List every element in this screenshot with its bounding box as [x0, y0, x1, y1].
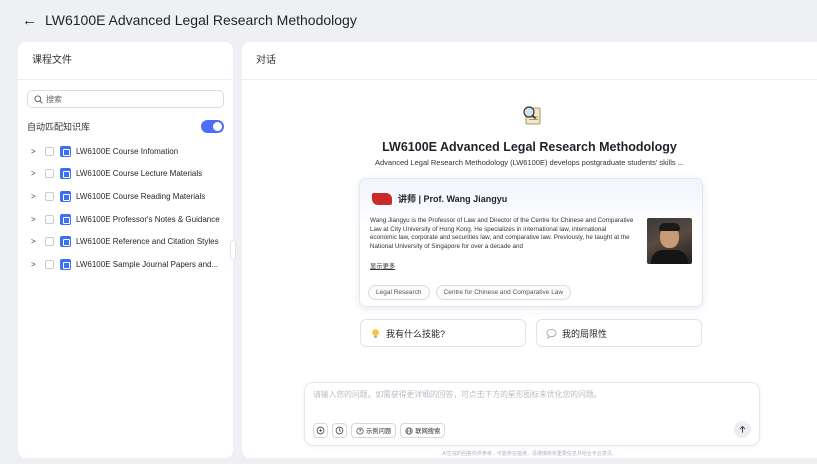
search-icon [34, 94, 43, 104]
back-arrow-icon[interactable]: ← [22, 12, 37, 29]
tool-label: 示例问题 [366, 428, 392, 435]
course-files-panel: 课程文件 自动匹配知识库 > LW6100E Course Infomation… [18, 42, 233, 458]
instructor-tags: Legal Research Centre for Chinese and Co… [368, 285, 572, 300]
auto-match-row: 自动匹配知识库 [27, 120, 224, 133]
chevron-right-icon[interactable]: > [31, 192, 41, 201]
composer-tools: 示例问题 联网搜索 [313, 423, 446, 438]
enhance-icon [316, 426, 325, 435]
file-checkbox[interactable] [45, 259, 54, 269]
tag[interactable]: Centre for Chinese and Comparative Law [435, 285, 572, 300]
chevron-right-icon[interactable]: > [31, 237, 41, 246]
send-button[interactable] [734, 421, 751, 438]
magnifier-document-icon [523, 106, 541, 125]
globe-icon [405, 426, 413, 435]
search-box[interactable] [27, 90, 224, 108]
sample-questions-button[interactable]: 示例问题 [351, 423, 397, 438]
file-label: LW6100E Course Reading Materials [76, 191, 206, 201]
top-bar: ← LW6100E Advanced Legal Research Method… [0, 0, 817, 40]
folder-icon [60, 236, 71, 248]
course-files-header: 课程文件 [18, 42, 233, 80]
instructor-name: 讲师 | Prof. Wang Jiangyu [398, 194, 508, 204]
history-icon [335, 426, 344, 435]
lightbulb-icon [372, 328, 379, 338]
web-search-button[interactable]: 联网搜索 [400, 423, 446, 438]
instructor-card: 讲师 | Prof. Wang Jiangyu Wang Jiangyu is … [359, 178, 703, 307]
folder-icon [60, 258, 71, 270]
course-description: Advanced Legal Research Methodology (LW6… [375, 158, 684, 167]
quick-action-label: 我有什么技能? [386, 328, 446, 339]
message-input[interactable] [313, 389, 753, 407]
panel-resize-handle[interactable] [230, 240, 236, 260]
file-tree-item[interactable]: > LW6100E Course Infomation [18, 140, 233, 163]
file-tree-item[interactable]: > LW6100E Professor's Notes & Guidance [18, 208, 233, 231]
file-label: LW6100E Professor's Notes & Guidance [76, 214, 220, 224]
toggle-knob [213, 122, 222, 131]
chevron-right-icon[interactable]: > [31, 260, 41, 269]
arrow-up-icon [739, 425, 746, 433]
quick-action-limitations-button[interactable]: 我的局限性 [536, 319, 702, 347]
show-more-link[interactable]: 显示更多 [370, 261, 395, 270]
folder-icon [60, 145, 71, 157]
university-logo-icon [372, 192, 392, 205]
file-checkbox[interactable] [45, 237, 54, 247]
quick-action-skills-button[interactable]: 我有什么技能? [360, 319, 526, 347]
file-tree: > LW6100E Course Infomation > LW6100E Co… [18, 140, 233, 276]
search-input[interactable] [46, 94, 196, 104]
file-checkbox[interactable] [45, 146, 54, 156]
history-button[interactable] [332, 423, 347, 438]
file-label: LW6100E Course Infomation [76, 146, 179, 156]
tool-label: 联网搜索 [415, 428, 441, 435]
photo-hair [659, 223, 680, 231]
file-tree-item[interactable]: > LW6100E Sample Journal Papers and... [18, 253, 233, 276]
instructor-header: 讲师 | Prof. Wang Jiangyu [372, 192, 507, 205]
enhance-button[interactable] [313, 423, 328, 438]
photo-suit [651, 250, 688, 264]
quick-action-label: 我的局限性 [562, 328, 608, 339]
file-tree-item[interactable]: > LW6100E Reference and Citation Styles [18, 230, 233, 253]
file-label: LW6100E Sample Journal Papers and... [76, 259, 219, 269]
page-title: LW6100E Advanced Legal Research Methodol… [45, 12, 357, 28]
chevron-right-icon[interactable]: > [31, 169, 41, 178]
message-composer: 示例问题 联网搜索 [304, 382, 760, 446]
question-icon [356, 426, 364, 435]
folder-icon [60, 190, 71, 202]
auto-match-toggle[interactable] [201, 120, 224, 133]
folder-icon [60, 168, 71, 180]
speech-bubble-icon [546, 328, 557, 339]
instructor-photo [647, 218, 692, 264]
auto-match-label: 自动匹配知识库 [27, 122, 91, 132]
file-checkbox[interactable] [45, 169, 54, 179]
chevron-right-icon[interactable]: > [31, 215, 41, 224]
file-checkbox[interactable] [45, 214, 54, 224]
file-tree-item[interactable]: > LW6100E Course Reading Materials [18, 185, 233, 208]
instructor-bio: Wang Jiangyu is the Professor of Law and… [370, 217, 634, 250]
course-title: LW6100E Advanced Legal Research Methodol… [382, 140, 677, 154]
file-tree-item[interactable]: > LW6100E Course Lecture Materials [18, 163, 233, 186]
file-checkbox[interactable] [45, 191, 54, 201]
folder-icon [60, 213, 71, 225]
tag[interactable]: Legal Research [368, 285, 430, 300]
quick-actions: 我有什么技能? 我的局限性 [360, 319, 702, 347]
file-label: LW6100E Reference and Citation Styles [76, 237, 219, 247]
disclaimer-text: AI生成的回答仅供参考，可能存在错误，请谨慎核实重要信息并结合专业意见。 [442, 451, 617, 457]
chevron-right-icon[interactable]: > [31, 147, 41, 156]
chat-header: 对话 [242, 42, 817, 80]
chat-panel: 对话 LW6100E Advanced Legal Research Metho… [242, 42, 817, 458]
file-label: LW6100E Course Lecture Materials [76, 169, 203, 179]
